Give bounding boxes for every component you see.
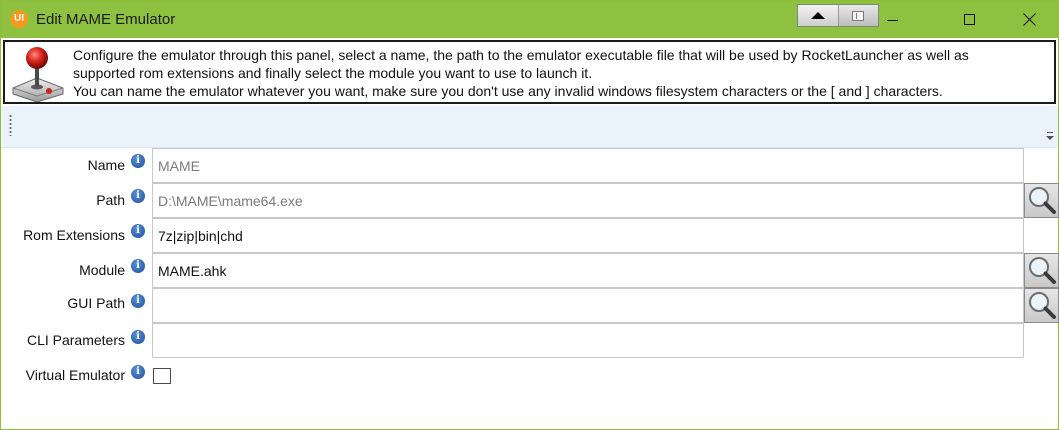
magnifier-icon: [1029, 292, 1056, 319]
info-panel: Configure the emulator through this pane…: [3, 40, 1056, 104]
info-icon[interactable]: i: [131, 224, 145, 238]
window-title: Edit MAME Emulator: [36, 11, 176, 28]
move-up-button[interactable]: [798, 5, 838, 26]
name-field[interactable]: [152, 148, 1024, 183]
toolbar-overflow-icon[interactable]: [1046, 132, 1054, 142]
virtual-emulator-row: Virtual Emulator i: [1, 358, 1058, 393]
rom-extensions-field[interactable]: [152, 218, 1024, 253]
info-line: Configure the emulator through this pane…: [73, 47, 969, 63]
move-up-icon: [810, 12, 825, 19]
module-label: Module: [79, 262, 125, 278]
gui-path-field[interactable]: [152, 288, 1024, 323]
pin-icon: [852, 10, 865, 21]
app-logo-icon: UI: [10, 10, 28, 28]
virtual-emulator-checkbox[interactable]: [153, 368, 171, 384]
rom-extensions-row: Rom Extensions i: [1, 218, 1058, 253]
path-label: Path: [96, 192, 125, 208]
edit-emulator-window: UI Edit MAME Emulator Configure the emul…: [0, 0, 1059, 430]
name-label: Name: [87, 157, 125, 173]
gui-path-label: GUI Path: [67, 295, 125, 311]
close-icon: [1023, 13, 1036, 26]
info-icon[interactable]: i: [131, 189, 145, 203]
title-bar[interactable]: UI Edit MAME Emulator: [1, 1, 1058, 38]
toolbar-grip-icon[interactable]: [9, 114, 12, 136]
titlebar-extra-buttons: [797, 4, 879, 27]
info-line: You can name the emulator whatever you w…: [73, 83, 943, 99]
gui-path-row: GUI Path i: [1, 288, 1059, 323]
maximize-button[interactable]: [946, 1, 992, 38]
info-line: supported rom extensions and finally sel…: [73, 65, 593, 81]
name-row: Name i: [1, 148, 1058, 183]
virtual-emulator-label: Virtual Emulator: [25, 367, 125, 383]
close-button[interactable]: [1006, 1, 1052, 38]
magnifier-icon: [1029, 257, 1056, 284]
browse-gui-path-button[interactable]: [1024, 288, 1059, 323]
joystick-icon: [12, 47, 64, 102]
maximize-icon: [963, 14, 975, 25]
module-row: Module i: [1, 253, 1059, 288]
cli-parameters-field[interactable]: [152, 323, 1024, 358]
info-icon[interactable]: i: [131, 294, 145, 308]
minimize-button[interactable]: [869, 1, 915, 38]
info-icon[interactable]: i: [131, 330, 145, 344]
magnifier-icon: [1029, 187, 1056, 214]
path-field[interactable]: [152, 183, 1024, 218]
cli-parameters-label: CLI Parameters: [26, 332, 125, 348]
info-icon[interactable]: i: [131, 259, 145, 273]
toolbar-strip: [1, 106, 1058, 148]
path-row: Path i: [1, 183, 1059, 218]
info-description: Configure the emulator through this pane…: [73, 46, 1053, 100]
cli-parameters-row: CLI Parameters i: [1, 323, 1058, 358]
info-icon[interactable]: i: [131, 365, 145, 379]
module-field[interactable]: [152, 253, 1024, 288]
rom-extensions-label: Rom Extensions: [23, 227, 125, 243]
minimize-icon: [886, 20, 898, 21]
info-icon[interactable]: i: [131, 154, 145, 168]
browse-path-button[interactable]: [1024, 183, 1059, 218]
browse-module-button[interactable]: [1024, 253, 1059, 288]
